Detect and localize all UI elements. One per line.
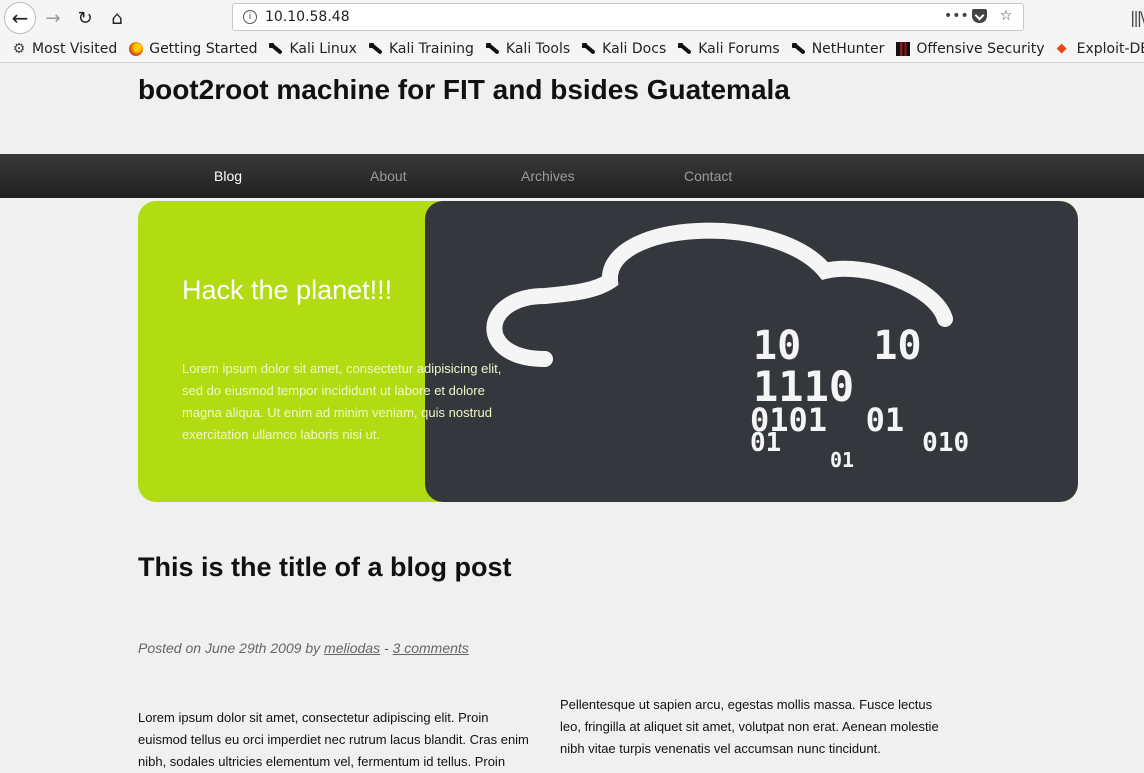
kali-dragon-icon (678, 42, 692, 56)
post-title: This is the title of a blog post (138, 552, 512, 582)
bookmark-item[interactable]: Kali Docs (582, 41, 666, 57)
nav-archives[interactable]: Archives (521, 168, 575, 184)
page-actions: ••• ☆ (944, 8, 1015, 24)
nav-blog[interactable]: Blog (214, 168, 242, 184)
reload-icon: ↻ (77, 7, 93, 29)
back-button[interactable]: ← (4, 2, 36, 34)
offsec-icon (896, 42, 911, 56)
main-nav: Blog About Archives Contact (0, 154, 1144, 198)
kali-dragon-icon (791, 42, 806, 56)
hero-text: Lorem ipsum dolor sit amet, consectetur … (182, 361, 502, 442)
firefox-icon (129, 42, 144, 56)
browser-toolbar: ← → ↻ ⌂ i 10.10.58.48 ••• ☆ |||\ (0, 0, 1144, 36)
nav-about[interactable]: About (370, 168, 407, 184)
pocket-icon[interactable] (972, 9, 987, 23)
post-date: Posted on June 29th 2009 by (138, 640, 321, 656)
cloud-binary-graphic: 10 10 1110 0101 01 01 010 01 (486, 222, 969, 472)
bookmark-item[interactable]: Getting Started (129, 41, 257, 57)
bookmark-label: Most Visited (32, 41, 118, 57)
bookmark-item[interactable]: NetHunter (791, 41, 885, 57)
bookmark-star-icon[interactable]: ☆ (997, 8, 1015, 24)
forward-button[interactable]: → (38, 3, 68, 33)
binary-row-5: 01 (830, 448, 854, 472)
exploitdb-icon: ◆ (1056, 41, 1067, 56)
bookmark-label: Offensive Security (916, 41, 1045, 57)
bookmark-label: Kali Docs (602, 41, 667, 57)
bookmark-label: Kali Forums (698, 41, 780, 57)
binary-row-4: 01 010 (750, 428, 969, 458)
bookmark-label: Kali Training (388, 41, 474, 57)
nav-contact[interactable]: Contact (684, 168, 732, 184)
kali-dragon-icon (368, 42, 383, 56)
bookmark-item[interactable]: Kali Tools (485, 41, 571, 57)
gear-icon: ⚙ (12, 41, 26, 57)
post-body-right: Pellentesque ut sapien arcu, egestas mol… (560, 697, 939, 756)
bookmark-item[interactable]: Kali Forums (678, 41, 780, 57)
more-actions-icon[interactable]: ••• (944, 8, 969, 24)
reload-button[interactable]: ↻ (70, 3, 100, 33)
arrow-right-icon: → (45, 7, 61, 29)
home-icon: ⌂ (111, 7, 123, 29)
library-icon[interactable]: |||\ (1130, 8, 1144, 27)
bookmark-label: NetHunter (811, 41, 885, 57)
bookmark-item[interactable]: Kali Linux (269, 41, 357, 57)
hero-banner: 10 10 1110 0101 01 01 010 01 Hack the pl… (138, 201, 1078, 502)
kali-dragon-icon (485, 42, 500, 56)
bookmark-item[interactable]: Kali Training (368, 41, 474, 57)
meta-separator: - (383, 640, 389, 656)
bookmark-item[interactable]: Offensive Security (896, 41, 1045, 57)
kali-dragon-icon (582, 42, 596, 56)
info-icon[interactable]: i (243, 10, 257, 24)
bookmark-item[interactable]: ◆ Exploit-DB (1057, 41, 1144, 57)
site-title: boot2root machine for FIT and bsides Gua… (138, 74, 790, 105)
post-meta: Posted on June 29th 2009 by meliodas - 3… (138, 640, 469, 656)
home-button[interactable]: ⌂ (102, 3, 132, 33)
post-body-left: Lorem ipsum dolor sit amet, consectetur … (138, 710, 529, 769)
bookmark-label: Exploit-DB (1076, 41, 1144, 57)
bookmark-label: Getting Started (149, 41, 258, 57)
hero-title: Hack the planet!!! (182, 275, 393, 305)
author-link[interactable]: meliodas (324, 640, 380, 656)
url-bar[interactable]: i 10.10.58.48 ••• ☆ (232, 3, 1024, 31)
bookmarks-bar: ⚙ Most Visited Getting Started Kali Linux Ka… (0, 36, 1144, 63)
comments-link[interactable]: 3 comments (393, 640, 469, 656)
kali-dragon-icon (269, 42, 283, 56)
hero-cloud-image: 10 10 1110 0101 01 01 010 01 (425, 201, 1078, 502)
bookmark-item[interactable]: ⚙ Most Visited (12, 41, 118, 57)
arrow-left-icon: ← (11, 6, 29, 30)
bookmark-label: Kali Tools (505, 41, 571, 57)
bookmark-label: Kali Linux (289, 41, 357, 57)
url-text[interactable]: 10.10.58.48 (265, 9, 350, 25)
